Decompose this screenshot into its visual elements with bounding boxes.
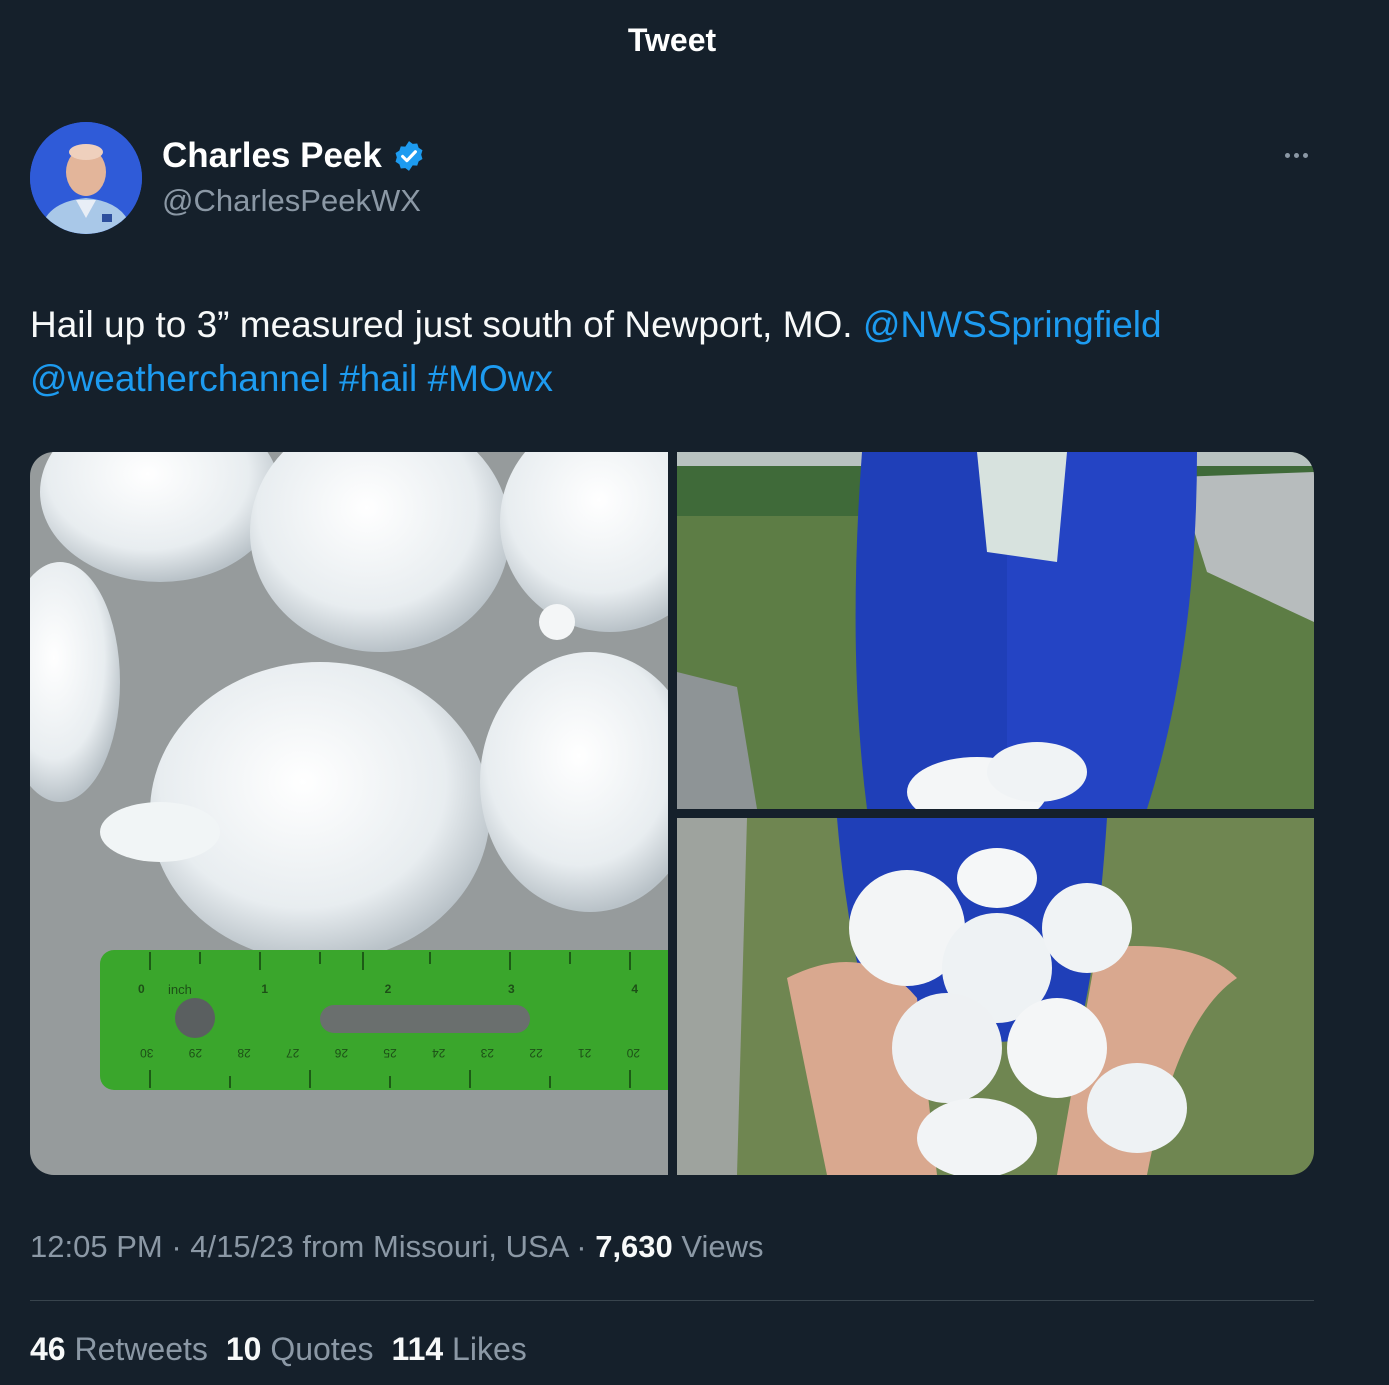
likes-count: 114 [391,1331,444,1367]
tweet-metadata: 12:05 PM · 4/15/23 from Missouri, USA · … [30,1229,764,1265]
ruler-top-numbers: 0 1 2 3 4 [138,982,638,996]
tweet-source: from Missouri, USA [302,1229,568,1264]
ruler-number: 20 [626,1046,640,1060]
ruler-number: 24 [432,1046,446,1060]
ruler-number: 2 [384,982,392,996]
likes-label: Likes [452,1331,527,1367]
more-options-icon[interactable] [1276,140,1316,170]
ruler-number: 25 [383,1046,397,1060]
ruler-bottom-numbers: 20 21 22 23 24 25 26 27 28 29 30 [140,1046,640,1060]
mention-nwsspringfield-link[interactable]: @NWSSpringfield [863,304,1162,345]
ruler-number: 27 [286,1046,300,1060]
avatar-portrait [30,122,142,234]
quotes-count: 10 [225,1331,262,1367]
quotes-label: Quotes [270,1331,374,1367]
likes-stat[interactable]: 114 Likes [392,1331,527,1368]
ruler-number: 4 [631,982,638,996]
hashtag-hail-link[interactable]: #hail [339,358,417,399]
ruler-number: 3 [507,982,515,996]
ruler-number: 21 [577,1046,592,1060]
ruler-number: 29 [188,1046,203,1060]
retweets-stat[interactable]: 46 Retweets [30,1331,208,1368]
views-label: Views [681,1229,764,1264]
hashtag-mowx-link[interactable]: #MOwx [428,358,553,399]
retweets-count: 46 [30,1331,66,1367]
tweet-text: Hail up to 3” measured just south of New… [30,298,1320,406]
ruler-number: 28 [237,1046,251,1060]
media-grid: inch 0 1 2 3 4 20 21 22 23 24 25 26 27 2… [30,452,1314,1175]
author-name-row[interactable]: Charles Peek [162,136,426,176]
avatar[interactable] [30,122,142,234]
separator-dot: · [576,1229,587,1264]
page-title: Tweet [627,22,717,58]
retweets-label: Retweets [74,1331,208,1367]
mention-weatherchannel-link[interactable]: @weatherchannel [30,358,329,399]
tweet-body-text: Hail up to 3” measured just south of New… [30,304,853,345]
author-name[interactable]: Charles Peek [162,136,382,176]
verified-badge-icon[interactable] [392,139,426,173]
ruler-number: 30 [140,1046,154,1060]
green-ruler [100,950,668,1090]
author-handle[interactable]: @CharlesPeekWX [162,183,421,219]
divider [30,1300,1314,1301]
views-count: 7,630 [595,1229,673,1264]
tweet-date[interactable]: 4/15/23 [190,1229,293,1264]
ruler-number: 26 [334,1046,349,1060]
engagement-stats: 46 Retweets 10 Quotes 114 Likes [30,1331,527,1368]
tweet-time[interactable]: 12:05 PM [30,1229,163,1264]
media-photo-hands-hail[interactable] [677,818,1314,1175]
quotes-stat[interactable]: 10 Quotes [226,1331,374,1368]
ruler-number: 22 [529,1046,543,1060]
media-photo-blue-jacket[interactable] [677,452,1314,809]
separator-dot: · [171,1229,182,1264]
ruler-number: 1 [261,982,269,996]
media-photo-hail-ruler[interactable]: inch 0 1 2 3 4 20 21 22 23 24 25 26 27 2… [30,452,668,1175]
ruler-number: 23 [480,1046,495,1060]
ruler-number: 0 [138,982,145,996]
